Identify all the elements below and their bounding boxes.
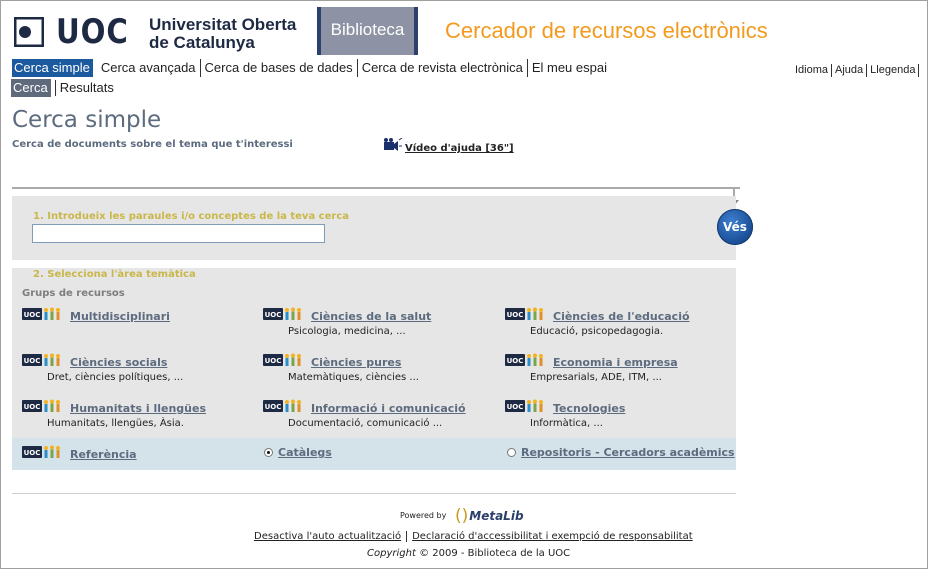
svg-text:UOC: UOC <box>507 311 524 319</box>
uoc-people-icon: UOC <box>505 353 543 366</box>
svg-text:UOC: UOC <box>507 403 524 411</box>
resource-link[interactable]: Informació i comunicació <box>311 402 466 415</box>
sub-nav: Cerca Resultats <box>11 79 118 97</box>
page-subtitle: Cerca de documents sobre el tema que t'i… <box>12 139 293 150</box>
resource-link[interactable]: Ciències de l'educació <box>553 310 690 323</box>
accessibility-link[interactable]: Declaració d'accessibilitat i exempció d… <box>407 531 698 542</box>
copyright-word: Copyright <box>367 548 416 559</box>
footer-links: Desactiva l'auto actualització Declaraci… <box>254 531 698 542</box>
step2-label: 2. Selecciona l'àrea temàtica <box>33 269 196 280</box>
radio-button[interactable] <box>507 448 516 457</box>
disable-autorefresh-link[interactable]: Desactiva l'auto actualització <box>254 531 408 542</box>
subnav-cerca[interactable]: Cerca <box>11 79 51 97</box>
copyright: Copyright © 2009 - Biblioteca de la UOC <box>367 548 570 559</box>
step1-label: 1. Introdueix les paraules i/o conceptes… <box>33 211 349 222</box>
resource-description: Documentació, comunicació ... <box>288 418 443 429</box>
resource-description: Informàtica, ... <box>530 418 603 429</box>
llegenda-link[interactable]: Llegenda <box>867 64 920 77</box>
resource-description: Dret, ciències polítiques, ... <box>47 372 184 383</box>
resource-link[interactable]: Tecnologies <box>553 402 625 415</box>
radio-button[interactable] <box>264 448 273 457</box>
svg-text:UOC: UOC <box>24 357 41 365</box>
search-input[interactable] <box>32 224 325 243</box>
resource-description: Empresarials, ADE, ITM, ... <box>530 372 662 383</box>
resource-link[interactable]: Humanitats i llengües <box>70 402 206 415</box>
svg-text:UOC: UOC <box>265 357 282 365</box>
svg-text:UOC: UOC <box>265 403 282 411</box>
metalib-text: MetaLib <box>469 509 524 523</box>
uoc-people-icon: UOC <box>22 353 60 366</box>
university-name-line2: de Catalunya <box>149 33 255 52</box>
uoc-logo-icon <box>14 17 44 47</box>
ajuda-link[interactable]: Ajuda <box>832 64 868 77</box>
uoc-people-icon: UOC <box>263 399 301 412</box>
svg-text:UOC: UOC <box>24 449 41 457</box>
nav-tab-cerca-avancada[interactable]: Cerca avançada <box>97 59 201 77</box>
uoc-people-icon: UOC <box>263 307 301 320</box>
resource-link[interactable]: Ciències pures <box>311 356 401 369</box>
nav-tab-cerca-simple[interactable]: Cerca simple <box>12 59 93 77</box>
university-name: Universitat Oberta de Catalunya <box>149 16 296 52</box>
radio-catalegs[interactable]: Catàlegs <box>264 446 332 459</box>
uoc-people-icon: UOC <box>22 399 60 412</box>
svg-text:UOC: UOC <box>507 357 524 365</box>
resource-description: Matemàtiques, ciències ... <box>288 372 419 383</box>
resource-link[interactable]: Multidisciplinari <box>70 310 170 323</box>
uoc-people-icon: UOC <box>505 399 543 412</box>
catalegs-link[interactable]: Catàlegs <box>278 446 332 459</box>
uoc-logo-text: UOC <box>56 12 129 52</box>
powered-by-label: Powered by <box>400 511 447 520</box>
resource-description: Educació, psicopedagogia. <box>530 326 664 337</box>
video-help-link[interactable]: Vídeo d'ajuda [36"] <box>405 143 514 154</box>
uoc-people-icon: UOC <box>22 307 60 320</box>
svg-text:UOC: UOC <box>24 403 41 411</box>
divider-line <box>12 493 736 494</box>
radio-repositoris[interactable]: Repositoris - Cercadors acadèmics <box>507 446 735 459</box>
resource-link[interactable]: Ciències de la salut <box>311 310 431 323</box>
resource-link[interactable]: Economia i empresa <box>553 356 678 369</box>
uoc-people-icon: UOC <box>263 353 301 366</box>
groups-heading: Grups de recursos <box>22 288 125 299</box>
nav-tab-el-meu-espai[interactable]: El meu espai <box>528 59 611 77</box>
resource-link[interactable]: Referència <box>70 448 137 461</box>
resource-link[interactable]: Ciències socials <box>70 356 167 369</box>
repositoris-link[interactable]: Repositoris - Cercadors acadèmics <box>521 446 735 459</box>
video-camera-icon <box>384 138 403 151</box>
page-title: Cerca simple <box>12 107 162 133</box>
uoc-people-icon: UOC <box>505 307 543 320</box>
metalib-mark-icon: () <box>455 506 469 526</box>
nav-tab-cerca-bases-dades[interactable]: Cerca de bases de dades <box>201 59 358 77</box>
app-title: Cercador de recursos electrònics <box>445 18 768 43</box>
metalib-logo: () MetaLib <box>455 506 524 526</box>
resource-description: Humanitats, llengües, Àsia. <box>47 418 184 429</box>
idioma-link[interactable]: Idioma <box>795 64 833 77</box>
nav-tab-cerca-revista[interactable]: Cerca de revista electrònica <box>358 59 528 77</box>
resource-description: Psicologia, medicina, ... <box>288 326 406 337</box>
library-label: Biblioteca <box>330 20 405 39</box>
svg-text:UOC: UOC <box>265 311 282 319</box>
svg-text:UOC: UOC <box>24 311 41 319</box>
divider-line <box>12 187 740 189</box>
university-name-line1: Universitat Oberta <box>149 15 297 34</box>
uoc-people-icon: UOC <box>22 445 60 458</box>
copyright-text: © 2009 - Biblioteca de la UOC <box>419 548 571 559</box>
go-button[interactable]: Vés <box>717 209 753 245</box>
main-nav: Cerca simple Cerca avançada Cerca de bas… <box>12 59 611 77</box>
subnav-resultats[interactable]: Resultats <box>56 79 118 97</box>
utility-links: Idioma Ajuda Llegenda <box>795 64 920 77</box>
